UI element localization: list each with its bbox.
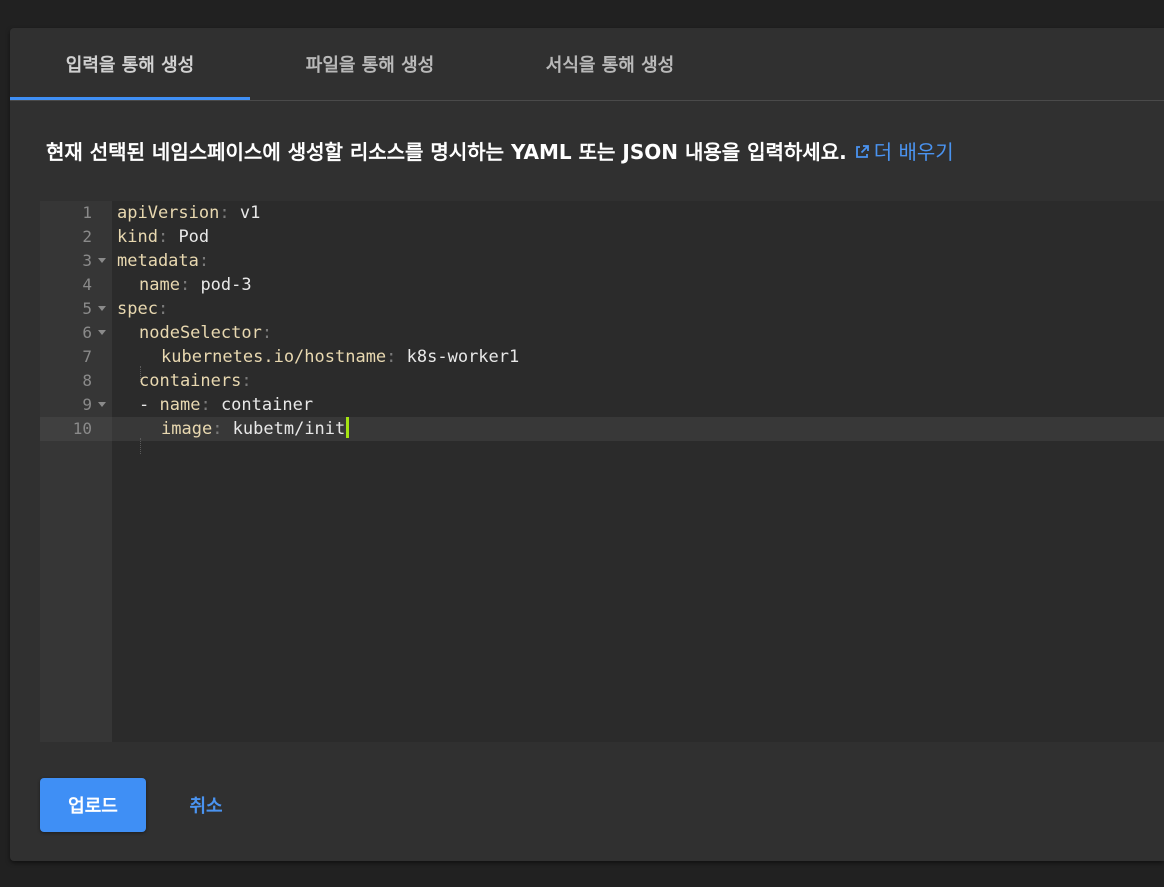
editor-line: 4 name: pod-3 bbox=[40, 273, 1164, 297]
editor-line: 2 kind: Pod bbox=[40, 225, 1164, 249]
tab-label: 서식을 통해 생성 bbox=[545, 55, 675, 76]
tab-create-from-file[interactable]: 파일을 통해 생성 bbox=[250, 28, 490, 100]
line-number: 7 bbox=[82, 347, 92, 366]
external-link-icon bbox=[855, 145, 869, 158]
line-number: 8 bbox=[82, 371, 92, 390]
line-number: 4 bbox=[82, 275, 92, 294]
yaml-value: Pod bbox=[178, 227, 210, 247]
yaml-key: metadata bbox=[117, 251, 199, 271]
yaml-key: name bbox=[139, 275, 180, 295]
editor-line: 8 containers: bbox=[40, 369, 1164, 393]
tab-bar: 입력을 통해 생성 파일을 통해 생성 서식을 통해 생성 bbox=[10, 28, 1164, 101]
cancel-button-label: 취소 bbox=[189, 796, 223, 817]
yaml-editor[interactable]: 1 apiVersion: v1 2 kind: Pod 3 metadata:… bbox=[40, 201, 1164, 742]
yaml-value: v1 bbox=[239, 203, 261, 223]
text-cursor bbox=[346, 417, 350, 438]
yaml-value: kubetm/init bbox=[232, 419, 346, 439]
active-tab-indicator bbox=[10, 97, 250, 100]
line-code: name: pod-3 bbox=[139, 275, 252, 295]
yaml-value: pod-3 bbox=[200, 275, 252, 295]
yaml-key: name bbox=[159, 395, 201, 415]
line-code: image: kubetm/init bbox=[117, 417, 350, 454]
yaml-key: kind bbox=[117, 227, 158, 247]
line-number: 6 bbox=[82, 323, 92, 342]
editor-line-active: 10 image: kubetm/init bbox=[40, 417, 1164, 454]
line-number: 1 bbox=[82, 203, 92, 222]
yaml-key: containers bbox=[139, 371, 242, 391]
fold-arrow-icon[interactable] bbox=[98, 306, 106, 311]
line-number: 5 bbox=[82, 299, 92, 318]
create-resource-panel: 입력을 통해 생성 파일을 통해 생성 서식을 통해 생성 현재 선택된 네임스… bbox=[10, 28, 1164, 861]
line-number: 3 bbox=[82, 251, 92, 270]
fold-arrow-icon[interactable] bbox=[98, 330, 106, 335]
editor-line: 9 - name: container bbox=[40, 393, 1164, 417]
upload-button[interactable]: 업로드 bbox=[40, 778, 146, 832]
editor-line: 6 nodeSelector: bbox=[40, 321, 1164, 345]
yaml-key: spec bbox=[117, 299, 158, 319]
yaml-key: nodeSelector bbox=[139, 323, 262, 343]
tab-create-from-form[interactable]: 서식을 통해 생성 bbox=[490, 28, 730, 100]
editor-line: 7 kubernetes.io/hostname: k8s-worker1 bbox=[40, 345, 1164, 382]
yaml-value: k8s-worker1 bbox=[406, 347, 520, 367]
editor-line: 1 apiVersion: v1 bbox=[40, 201, 1164, 225]
line-code: containers: bbox=[139, 371, 252, 391]
tab-create-from-input[interactable]: 입력을 통해 생성 bbox=[10, 28, 250, 100]
yaml-key: kubernetes.io/hostname bbox=[161, 347, 387, 367]
yaml-value: container bbox=[220, 395, 314, 415]
line-code: nodeSelector: bbox=[139, 323, 273, 343]
line-code: - name: container bbox=[139, 395, 314, 415]
line-number: 9 bbox=[82, 395, 92, 414]
learn-more-label: 더 배우기 bbox=[873, 140, 954, 164]
upload-button-label: 업로드 bbox=[68, 796, 118, 817]
line-code: spec: bbox=[117, 299, 169, 319]
tab-label: 입력을 통해 생성 bbox=[65, 55, 195, 76]
instruction-text: 현재 선택된 네임스페이스에 생성할 리소스를 명시하는 YAML 또는 JSO… bbox=[46, 136, 954, 165]
line-number: 2 bbox=[82, 227, 92, 246]
learn-more-link[interactable]: 더 배우기 bbox=[854, 140, 954, 164]
yaml-key: apiVersion bbox=[117, 203, 220, 223]
yaml-key: image bbox=[161, 419, 213, 439]
editor-line: 3 metadata: bbox=[40, 249, 1164, 273]
line-code: kubernetes.io/hostname: k8s-worker1 bbox=[140, 347, 520, 382]
cancel-button[interactable]: 취소 bbox=[170, 778, 242, 832]
line-number: 10 bbox=[72, 419, 92, 438]
fold-arrow-icon[interactable] bbox=[98, 258, 106, 263]
line-code: metadata: bbox=[117, 251, 210, 271]
line-code: apiVersion: v1 bbox=[117, 203, 261, 223]
line-code: kind: Pod bbox=[117, 227, 210, 247]
tab-label: 파일을 통해 생성 bbox=[305, 55, 435, 76]
instruction-label: 현재 선택된 네임스페이스에 생성할 리소스를 명시하는 YAML 또는 JSO… bbox=[46, 140, 847, 164]
fold-arrow-icon[interactable] bbox=[98, 402, 106, 407]
editor-line: 5 spec: bbox=[40, 297, 1164, 321]
yaml-list-dash: - bbox=[139, 395, 150, 415]
